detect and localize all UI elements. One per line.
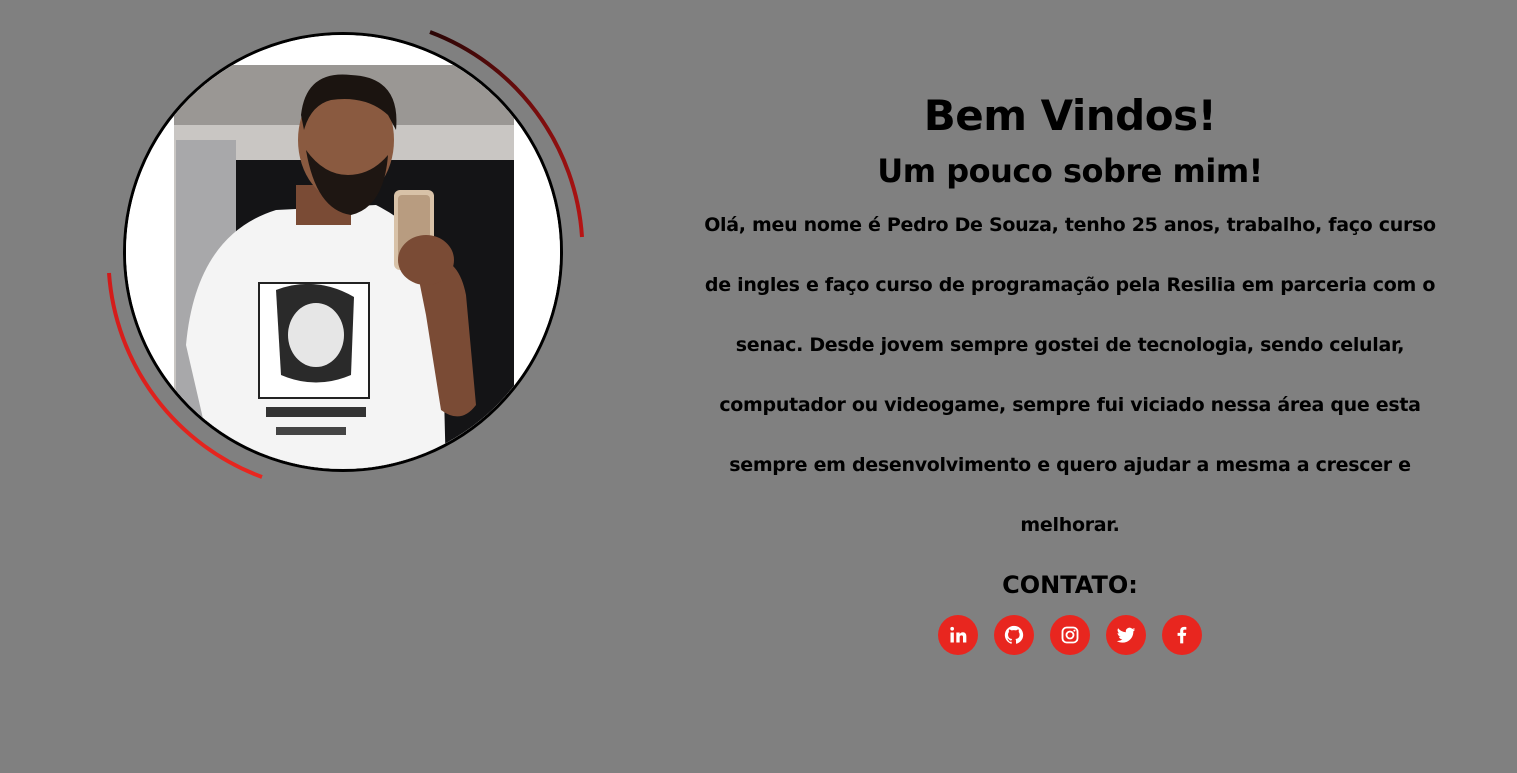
linkedin-icon [950,626,967,643]
profile-photo [123,32,563,472]
profile-photo-frame [100,25,595,485]
linkedin-link[interactable] [938,615,978,655]
page-subtitle: Um pouco sobre mim! [877,152,1263,190]
about-section: Bem Vindos! Um pouco sobre mim! Olá, meu… [690,85,1450,655]
instagram-link[interactable] [1050,615,1090,655]
twitter-icon [1116,627,1136,643]
github-icon [1004,625,1024,644]
facebook-link[interactable] [1162,615,1202,655]
contact-heading: CONTATO: [1002,571,1138,599]
github-link[interactable] [994,615,1034,655]
instagram-icon [1061,626,1079,644]
social-links [690,615,1450,655]
facebook-icon [1177,626,1187,644]
bio-text: Olá, meu nome é Pedro De Souza, tenho 25… [704,214,1436,536]
profile-photo-image [126,35,560,469]
twitter-link[interactable] [1106,615,1146,655]
page: Bem Vindos! Um pouco sobre mim! Olá, meu… [0,0,1517,773]
page-title: Bem Vindos! [923,91,1217,140]
